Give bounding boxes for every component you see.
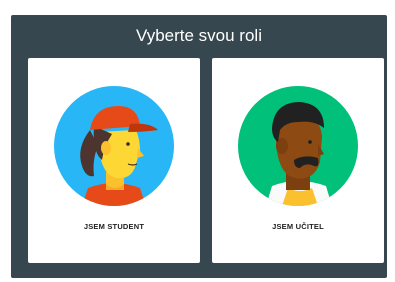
student-role-label: JSEM STUDENT (83, 222, 145, 231)
student-role-card[interactable]: JSEM STUDENT (28, 58, 200, 263)
dialog-title: Vyberte svou roli (136, 26, 262, 45)
teacher-role-card[interactable]: JSEM UČITEL (212, 58, 384, 263)
teacher-avatar-icon (238, 86, 358, 206)
role-selection-dialog: Vyberte svou roli JSEM STUDENT JSEM UČIT… (11, 15, 387, 278)
teacher-role-label: JSEM UČITEL (272, 222, 324, 231)
student-avatar-icon (54, 86, 174, 206)
